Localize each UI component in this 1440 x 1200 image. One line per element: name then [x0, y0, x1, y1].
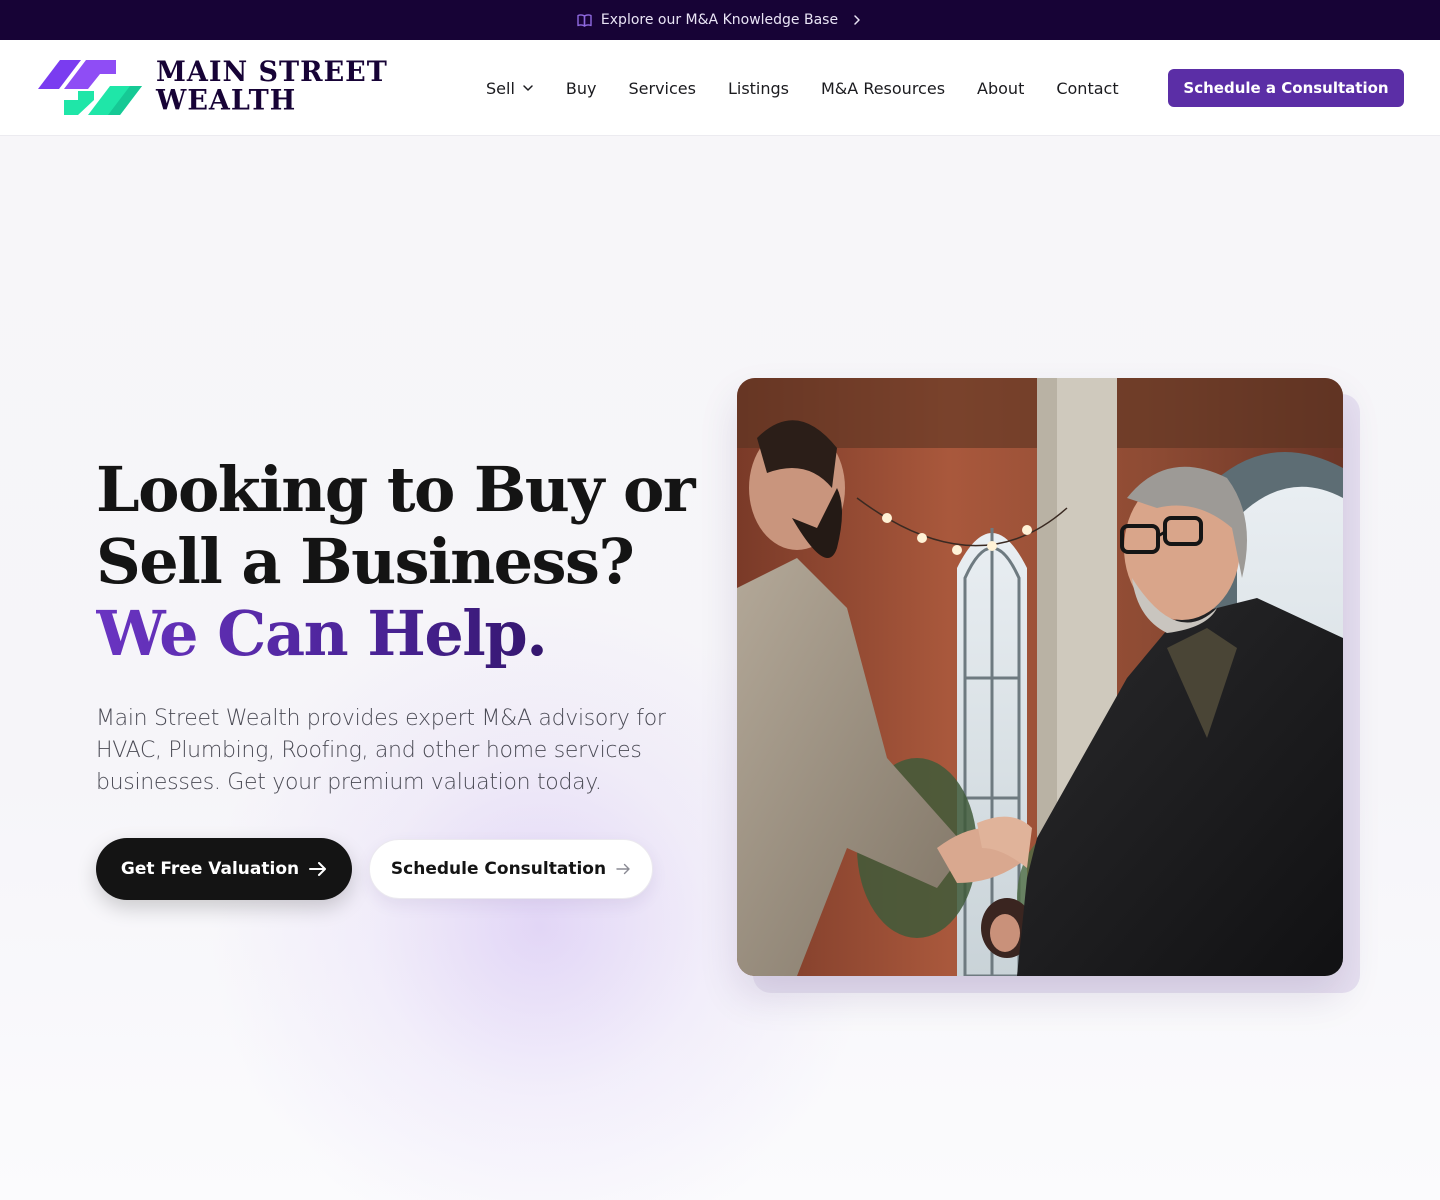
nav-item-contact[interactable]: Contact	[1056, 79, 1118, 98]
main-nav: Sell Buy Services Listings M&A Resources…	[486, 40, 1151, 136]
hero-subtext: Main Street Wealth provides expert M&A a…	[96, 706, 666, 795]
nav-item-label: Sell	[486, 78, 515, 98]
nav-item-label: Services	[628, 78, 696, 98]
headline-line-2: Sell a Business?	[96, 525, 635, 598]
hero-headline: Looking to Buy or Sell a Business? We Ca…	[96, 454, 716, 670]
arrow-right-icon	[616, 863, 630, 875]
nav-item-label: Contact	[1056, 78, 1119, 98]
arrow-right-icon	[309, 862, 327, 876]
chevron-right-icon	[854, 15, 860, 25]
logo-line-1: MAIN STREET	[156, 56, 388, 89]
knowledge-base-link[interactable]: Explore our M&A Knowledge Base	[577, 12, 863, 28]
button-label: Get Free Valuation	[120, 859, 300, 879]
chevron-down-icon	[523, 85, 533, 91]
schedule-consultation-button[interactable]: Schedule Consultation	[369, 839, 653, 899]
logo[interactable]: MAIN STREET WEALTH	[38, 58, 388, 116]
headline-line-1: Looking to Buy or	[96, 453, 696, 526]
hero-image	[737, 378, 1343, 976]
nav-item-label: Listings	[727, 78, 789, 98]
nav-item-listings[interactable]: Listings	[728, 79, 789, 98]
logo-line-2: WEALTH	[156, 84, 297, 117]
button-label: Schedule Consultation	[390, 859, 607, 879]
nav-item-sell[interactable]: Sell	[486, 79, 534, 98]
site-header: MAIN STREET WEALTH Sell Buy Services Lis…	[0, 40, 1440, 136]
handshake-illustration	[737, 378, 1343, 976]
nav-item-buy[interactable]: Buy	[566, 79, 597, 98]
nav-item-resources[interactable]: M&A Resources	[821, 79, 945, 98]
nav-item-label: About	[977, 78, 1025, 98]
logo-wordmark: MAIN STREET WEALTH	[156, 58, 388, 115]
nav-item-label: Buy	[565, 78, 597, 98]
nav-item-about[interactable]: About	[977, 79, 1024, 98]
logo-mark-icon	[38, 60, 142, 115]
announcement-text: Explore our M&A Knowledge Base	[600, 12, 839, 28]
nav-item-services[interactable]: Services	[628, 79, 695, 98]
nav-item-label: M&A Resources	[821, 78, 946, 98]
get-free-valuation-button[interactable]: Get Free Valuation	[96, 838, 352, 900]
schedule-consultation-header-button[interactable]: Schedule a Consultation	[1168, 69, 1404, 107]
book-icon	[577, 13, 592, 27]
headline-accent: We Can Help.	[96, 598, 716, 670]
hero-section: Looking to Buy or Sell a Business? We Ca…	[0, 136, 1440, 1200]
announcement-bar: Explore our M&A Knowledge Base	[0, 0, 1440, 40]
